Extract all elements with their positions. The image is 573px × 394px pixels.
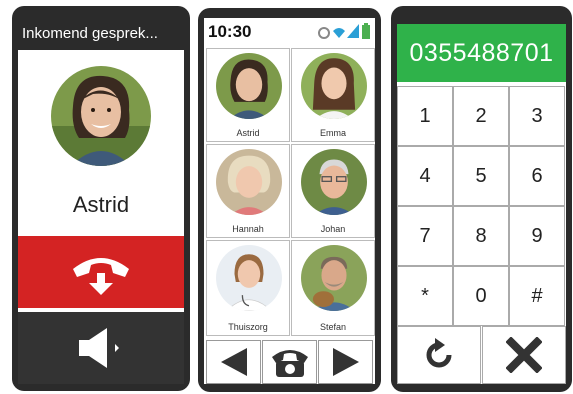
incoming-call-screen: Astrid [18, 50, 184, 384]
forward-arrow-icon [331, 346, 361, 378]
key-8[interactable]: 8 [453, 206, 509, 266]
contact-name: Hannah [232, 224, 264, 234]
dialer-phone: 0355488701 1 2 3 4 5 6 7 8 9 * 0 # [391, 6, 572, 392]
contact-name: Astrid [236, 128, 260, 138]
dialer-screen: 0355488701 1 2 3 4 5 6 7 8 9 * 0 # [397, 24, 566, 384]
contact-photo [301, 53, 367, 119]
signal-icon [347, 24, 359, 43]
phone-icon [270, 345, 310, 379]
hang-up-phone-icon [69, 247, 133, 297]
key-7[interactable]: 7 [397, 206, 453, 266]
incoming-call-title: Inkomend gesprek... [22, 25, 158, 42]
contact-photo [216, 149, 282, 215]
status-bar: 10:30 [204, 18, 375, 46]
key-1[interactable]: 1 [397, 86, 453, 146]
key-hash[interactable]: # [509, 266, 565, 326]
contact-tile[interactable]: Thuiszorg [206, 240, 290, 336]
caller-photo [51, 66, 151, 166]
contact-name: Thuiszorg [228, 322, 268, 332]
contact-name: Johan [320, 224, 346, 234]
contacts-phone: 10:30 Astrid Emma Hannah Johan Thuiszorg… [198, 8, 381, 392]
contact-tile[interactable]: Stefan [291, 240, 375, 336]
key-2[interactable]: 2 [453, 86, 509, 146]
contact-photo [216, 53, 282, 119]
caller-name: Astrid [72, 192, 130, 217]
back-arrow-icon [219, 346, 249, 378]
close-icon [506, 337, 542, 373]
contact-tile[interactable]: Astrid [206, 48, 290, 142]
key-9[interactable]: 9 [509, 206, 565, 266]
key-0[interactable]: 0 [453, 266, 509, 326]
battery-icon [362, 23, 370, 44]
previous-page-button[interactable] [206, 340, 261, 384]
key-5[interactable]: 5 [453, 146, 509, 206]
contact-tile[interactable]: Hannah [206, 144, 290, 238]
key-4[interactable]: 4 [397, 146, 453, 206]
contact-tile[interactable]: Emma [291, 48, 375, 142]
contact-photo [301, 149, 367, 215]
incoming-call-phone: Inkomend gesprek... Astrid [12, 6, 190, 391]
contact-name: Stefan [319, 322, 347, 332]
contacts-screen: 10:30 Astrid Emma Hannah Johan Thuiszorg… [204, 18, 375, 384]
status-time: 10:30 [208, 22, 252, 41]
contact-tile[interactable]: Johan [291, 144, 375, 238]
contact-photo [216, 245, 282, 311]
decline-call-button[interactable] [18, 236, 184, 308]
clear-button[interactable] [482, 326, 566, 384]
undo-icon [421, 337, 457, 373]
call-button[interactable] [262, 340, 317, 384]
contact-name: Emma [319, 128, 346, 138]
speaker-icon [73, 326, 129, 370]
settings-icon [318, 26, 330, 44]
undo-button[interactable] [397, 326, 481, 384]
wifi-icon [332, 25, 346, 43]
key-star[interactable]: * [397, 266, 453, 326]
key-3[interactable]: 3 [509, 86, 565, 146]
key-6[interactable]: 6 [509, 146, 565, 206]
contact-photo [301, 245, 367, 311]
dialed-number-display: 0355488701 [397, 24, 566, 82]
speaker-button[interactable] [18, 312, 184, 384]
next-page-button[interactable] [318, 340, 373, 384]
